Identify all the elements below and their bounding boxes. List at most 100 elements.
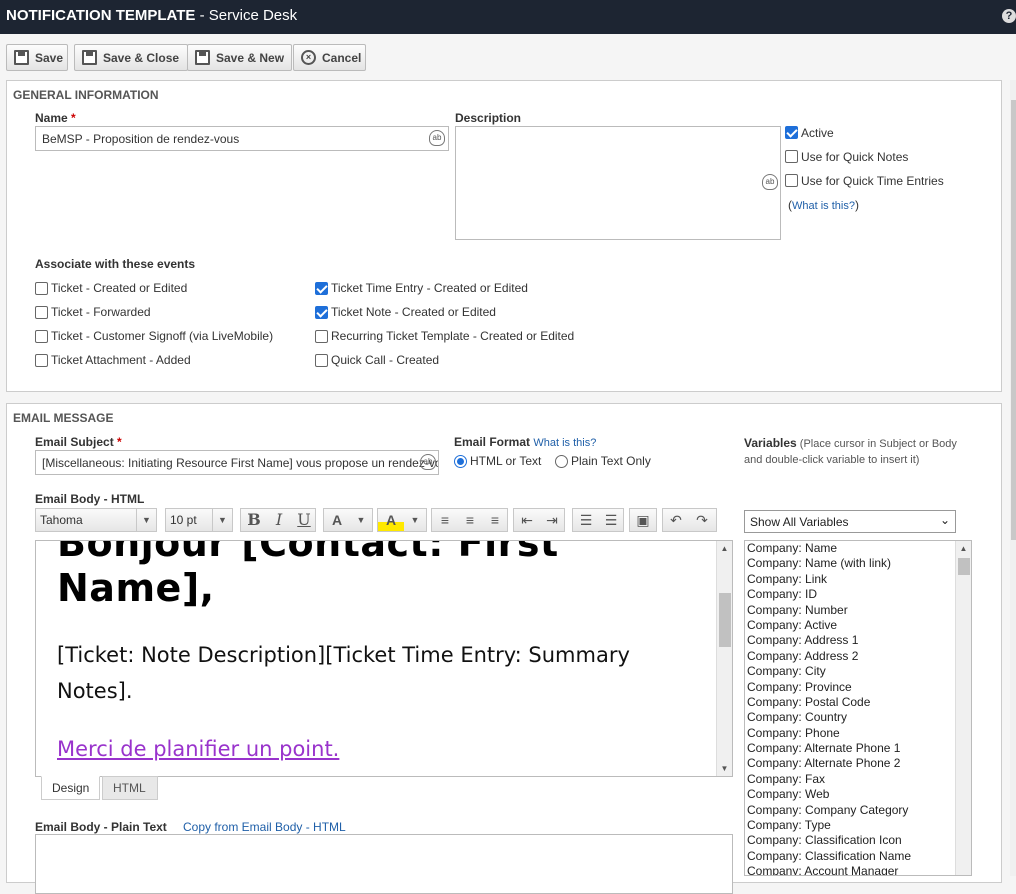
variables-scrollbar[interactable]: ▲ (955, 541, 971, 875)
tab-html[interactable]: HTML (102, 776, 158, 800)
variable-item[interactable]: Company: Link (747, 572, 911, 587)
variable-item[interactable]: Company: Fax (747, 772, 911, 787)
page-scrollbar[interactable] (1010, 80, 1016, 876)
html-body-editor[interactable]: Bonjour [Contact: First Name], [Ticket: … (35, 540, 733, 777)
underline-icon[interactable]: U (291, 509, 317, 531)
insert-image-button[interactable]: ▣ (629, 508, 657, 532)
help-icon[interactable]: ? (1002, 9, 1016, 23)
events-label: Associate with these events (35, 257, 196, 271)
highlight-color-control[interactable]: A ▼ (377, 508, 427, 532)
event-checkbox[interactable] (315, 354, 328, 367)
variables-list[interactable]: Company: Name Company: Name (with link) Co… (744, 540, 972, 876)
name-label: Name * (35, 111, 76, 125)
save-new-button[interactable]: Save & New (187, 44, 292, 71)
font-name-value: Tahoma (40, 513, 83, 527)
event-label: Recurring Ticket Template - Created or E… (331, 329, 575, 343)
font-name-combo[interactable]: Tahoma ▼ (35, 508, 157, 532)
chevron-down-icon: ⌄ (939, 513, 950, 527)
plain-text-label: Email Body - Plain Text (35, 820, 167, 834)
event-checkbox[interactable] (315, 282, 328, 295)
quick-time-label: Use for Quick Time Entries (801, 174, 944, 188)
variable-item[interactable]: Company: Country (747, 710, 911, 725)
variable-item[interactable]: Company: Address 1 (747, 633, 911, 648)
plain-text-body[interactable] (35, 834, 733, 894)
save-button[interactable]: Save (6, 44, 68, 71)
variable-item[interactable]: Company: Phone (747, 726, 911, 741)
variable-item[interactable]: Company: Number (747, 603, 911, 618)
indent-icon[interactable]: ⇥ (539, 509, 565, 531)
tab-design[interactable]: Design (41, 776, 100, 800)
scroll-down-icon[interactable]: ▼ (717, 764, 732, 773)
cancel-button[interactable]: × Cancel (293, 44, 366, 71)
section-title: GENERAL INFORMATION (13, 88, 159, 102)
variable-item[interactable]: Company: Active (747, 618, 911, 633)
text-style-group: B I U (240, 508, 316, 532)
format-html-radio[interactable] (454, 455, 467, 468)
spellcheck-icon[interactable]: ab (762, 174, 778, 190)
event-label: Ticket - Customer Signoff (via LiveMobil… (51, 329, 274, 343)
spellcheck-icon[interactable]: ab (420, 454, 436, 470)
email-format-help-link[interactable]: What is this? (533, 437, 596, 449)
scroll-up-icon[interactable]: ▲ (717, 544, 732, 553)
variable-item[interactable]: Company: Name (747, 541, 911, 556)
variable-item[interactable]: Company: ID (747, 587, 911, 602)
bold-icon[interactable]: B (241, 509, 267, 531)
alignment-group: ≡ ≡ ≡ (431, 508, 508, 532)
variable-item[interactable]: Company: Name (with link) (747, 556, 911, 571)
chevron-down-icon: ▼ (410, 515, 420, 525)
outdent-icon[interactable]: ⇤ (514, 509, 540, 531)
quick-time-checkbox[interactable] (785, 174, 798, 187)
variable-item[interactable]: Company: Classification Name (747, 849, 911, 864)
active-checkbox[interactable] (785, 126, 798, 139)
scrollbar-thumb[interactable] (719, 593, 731, 647)
save-close-button[interactable]: Save & Close (74, 44, 188, 71)
align-center-icon[interactable]: ≡ (457, 509, 483, 531)
body-html-label: Email Body - HTML (35, 492, 145, 506)
save-label: Save (35, 51, 64, 65)
format-plain-radio[interactable] (555, 455, 568, 468)
variable-item[interactable]: Company: Company Category (747, 803, 911, 818)
event-checkbox[interactable] (35, 282, 48, 295)
event-checkbox[interactable] (35, 306, 48, 319)
event-checkbox[interactable] (315, 306, 328, 319)
editor-link[interactable]: Merci de planifier un point. (57, 737, 697, 761)
variable-item[interactable]: Company: City (747, 664, 911, 679)
italic-icon[interactable]: I (266, 509, 292, 531)
subject-value: [Miscellaneous: Initiating Resource Firs… (42, 456, 439, 470)
variables-filter-select[interactable]: Show All Variables ⌄ (744, 510, 956, 533)
font-size-combo[interactable]: 10 pt ▼ (165, 508, 233, 532)
numbered-list-icon[interactable]: ☰ (573, 509, 599, 531)
variable-item[interactable]: Company: Web (747, 787, 911, 802)
copy-from-html-link[interactable]: Copy from Email Body - HTML (183, 820, 346, 834)
spellcheck-icon[interactable]: ab (429, 130, 445, 146)
description-textarea[interactable] (455, 126, 781, 240)
variable-item[interactable]: Company: Province (747, 680, 911, 695)
scroll-up-icon[interactable]: ▲ (956, 544, 971, 553)
variable-item[interactable]: Company: Postal Code (747, 695, 911, 710)
subject-input[interactable]: [Miscellaneous: Initiating Resource Firs… (35, 450, 439, 475)
align-right-icon[interactable]: ≡ (482, 509, 508, 531)
name-input[interactable]: BeMSP - Proposition de rendez-vous (35, 126, 449, 151)
bullet-list-icon[interactable]: ☰ (598, 509, 624, 531)
variable-item[interactable]: Company: Alternate Phone 2 (747, 756, 911, 771)
save-icon (195, 50, 210, 65)
variable-item[interactable]: Company: Account Manager (747, 864, 911, 875)
event-checkbox[interactable] (315, 330, 328, 343)
event-checkbox[interactable] (35, 330, 48, 343)
event-checkbox[interactable] (35, 354, 48, 367)
scrollbar-thumb[interactable] (1011, 100, 1016, 540)
variable-item[interactable]: Company: Type (747, 818, 911, 833)
variables-filter-value: Show All Variables (750, 515, 849, 529)
chevron-down-icon: ▼ (356, 515, 366, 525)
quick-notes-checkbox[interactable] (785, 150, 798, 163)
variable-item[interactable]: Company: Alternate Phone 1 (747, 741, 911, 756)
variable-item[interactable]: Company: Classification Icon (747, 833, 911, 848)
redo-icon[interactable]: ↷ (689, 509, 715, 531)
align-left-icon[interactable]: ≡ (432, 509, 458, 531)
font-color-control[interactable]: A ▼ (323, 508, 373, 532)
editor-scrollbar[interactable]: ▲ ▼ (716, 541, 732, 776)
variable-item[interactable]: Company: Address 2 (747, 649, 911, 664)
undo-icon[interactable]: ↶ (663, 509, 689, 531)
scrollbar-thumb[interactable] (958, 558, 970, 575)
what-is-this-link[interactable]: What is this? (792, 200, 855, 212)
